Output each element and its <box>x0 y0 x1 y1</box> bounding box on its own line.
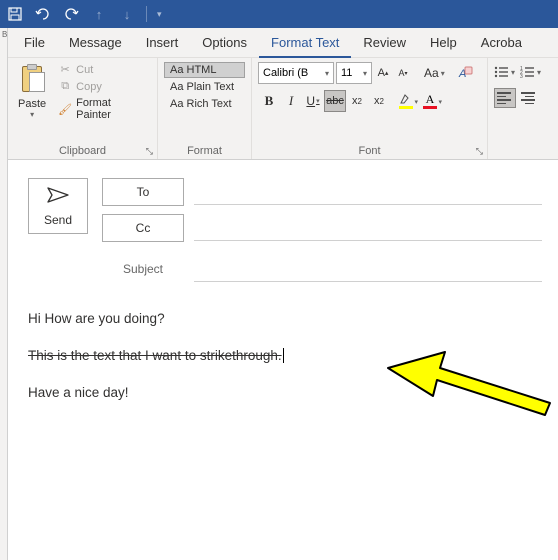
ribbon-tabs: File Message Insert Options Format Text … <box>8 28 558 58</box>
decrease-font-button[interactable]: A▾ <box>394 63 412 83</box>
format-html-button[interactable]: Aa HTML <box>164 62 245 78</box>
format-painter-button[interactable]: 🖌 Format Painter <box>54 96 151 122</box>
ribbon: Paste ▾ ✂ Cut ⧉ Copy 🖌 Format Painter Cl <box>8 58 558 160</box>
subscript-button[interactable]: x2 <box>346 90 368 112</box>
chevron-down-icon: ▾ <box>438 98 442 106</box>
compose-header: Send To Cc Subject <box>8 160 558 294</box>
align-left-button[interactable] <box>494 88 516 108</box>
tab-insert[interactable]: Insert <box>134 28 191 58</box>
bullets-button[interactable]: ▾ <box>494 62 518 82</box>
tab-file[interactable]: File <box>12 28 57 58</box>
undo-icon[interactable] <box>34 4 52 24</box>
tab-format-text[interactable]: Format Text <box>259 28 351 58</box>
qat-separator <box>146 6 147 22</box>
tab-review[interactable]: Review <box>351 28 418 58</box>
brush-icon: 🖌 <box>58 103 72 116</box>
change-case-button[interactable]: Aa▾ <box>422 66 447 80</box>
chevron-down-icon: ▾ <box>325 69 329 78</box>
redo-icon[interactable] <box>62 4 80 24</box>
group-format: Aa HTML Aa Plain Text Aa Rich Text Forma… <box>158 58 252 159</box>
group-font: Calibri (B▾ 11▾ A▴ A▾ Aa▾ A B I U▾ abc <box>252 58 488 159</box>
group-label-font: Font ⤡ <box>258 145 481 157</box>
clear-formatting-button[interactable]: A <box>455 63 475 83</box>
group-label-clipboard: Clipboard ⤡ <box>14 145 151 157</box>
format-plain-button[interactable]: Aa Plain Text <box>164 79 245 95</box>
paste-icon <box>18 64 46 96</box>
send-icon <box>46 186 70 209</box>
highlight-color-button[interactable]: ▾ <box>394 90 418 112</box>
italic-button[interactable]: I <box>280 90 302 112</box>
group-paragraph: ▾ 123 ▾ P <box>488 58 558 159</box>
tab-help[interactable]: Help <box>418 28 469 58</box>
tab-acrobat[interactable]: Acroba <box>469 28 534 58</box>
font-name-dropdown[interactable]: Calibri (B▾ <box>258 62 334 84</box>
chevron-down-icon: ▾ <box>363 69 367 78</box>
clipboard-expand-icon[interactable]: ⤡ <box>146 146 153 157</box>
body-line-2[interactable]: This is the text that I want to striketh… <box>28 347 538 366</box>
tab-options[interactable]: Options <box>190 28 259 58</box>
cc-input[interactable] <box>194 215 542 241</box>
left-rail: B <box>0 28 8 560</box>
to-input[interactable] <box>194 179 542 205</box>
message-body[interactable]: Hi How are you doing? This is the text t… <box>8 294 558 437</box>
superscript-button[interactable]: x2 <box>368 90 390 112</box>
underline-button[interactable]: U▾ <box>302 90 324 112</box>
group-label-format: Format <box>164 145 245 157</box>
font-expand-icon[interactable]: ⤡ <box>476 146 483 157</box>
tab-message[interactable]: Message <box>57 28 134 58</box>
cc-button[interactable]: Cc <box>102 214 184 242</box>
group-clipboard: Paste ▾ ✂ Cut ⧉ Copy 🖌 Format Painter Cl <box>8 58 158 159</box>
down-arrow-icon: ↓ <box>118 4 136 24</box>
align-center-button[interactable] <box>518 88 540 108</box>
body-line-3[interactable]: Have a nice day! <box>28 384 538 403</box>
scissors-icon: ✂ <box>58 63 72 76</box>
strikethrough-button[interactable]: abc <box>324 90 346 112</box>
text-cursor <box>283 348 284 363</box>
svg-text:3: 3 <box>520 74 523 79</box>
subject-label: Subject <box>102 262 184 276</box>
copy-button: ⧉ Copy <box>54 79 151 94</box>
copy-icon: ⧉ <box>58 80 72 93</box>
to-button[interactable]: To <box>102 178 184 206</box>
format-rich-button[interactable]: Aa Rich Text <box>164 96 245 112</box>
quick-access-toolbar: ↑ ↓ ▾ <box>0 0 558 28</box>
bold-button[interactable]: B <box>258 90 280 112</box>
up-arrow-icon: ↑ <box>90 4 108 24</box>
numbering-button[interactable]: 123 ▾ <box>520 62 544 82</box>
subject-input[interactable] <box>194 256 542 282</box>
qat-customize-icon[interactable]: ▾ <box>157 9 162 20</box>
font-color-button[interactable]: A ▾ <box>418 90 442 112</box>
font-size-dropdown[interactable]: 11▾ <box>336 62 372 84</box>
cut-button: ✂ Cut <box>54 62 151 77</box>
save-icon[interactable] <box>6 4 24 24</box>
send-button[interactable]: Send <box>28 178 88 234</box>
increase-font-button[interactable]: A▴ <box>374 63 392 83</box>
paste-button[interactable]: Paste ▾ <box>14 62 50 122</box>
body-line-1[interactable]: Hi How are you doing? <box>28 310 538 329</box>
